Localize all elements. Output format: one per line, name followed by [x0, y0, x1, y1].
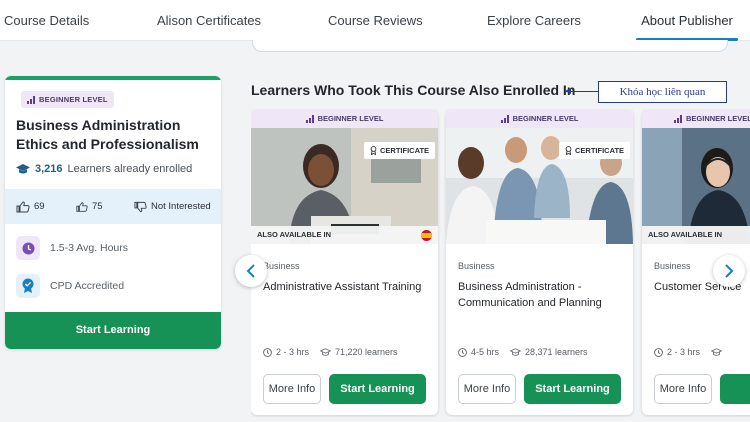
tab-explore-careers[interactable]: Explore Careers — [487, 0, 581, 41]
graduation-cap-icon — [320, 347, 332, 356]
course-meta: 2 - 3 hrs 71,220 learners — [263, 347, 398, 357]
also-available-strip: ALSO AVAILABLE IN — [642, 226, 750, 244]
thumbs-up-icon — [16, 200, 30, 212]
level-strip: BEGINNER LEVEL — [251, 109, 438, 128]
clock-icon — [654, 347, 663, 357]
course-title-link[interactable]: Business Administration - Communication … — [458, 279, 628, 311]
start-learning-button[interactable]: Start Learning — [329, 374, 426, 404]
graduation-cap-icon — [510, 347, 522, 356]
thumbs-stat[interactable]: 75 — [76, 201, 103, 213]
course-carousel: BEGINNER LEVEL CERTIFICATE ALSO AVAILABL… — [251, 109, 750, 417]
certificate-badge: CERTIFICATE — [364, 142, 436, 159]
spain-flag-icon[interactable] — [421, 230, 432, 241]
clock-icon — [458, 347, 467, 357]
avg-hours-row: 1.5-3 Avg. Hours — [16, 236, 128, 260]
more-info-button[interactable]: More Info — [654, 374, 712, 404]
certificate-badge: CERTIFICATE — [559, 142, 631, 159]
more-info-button[interactable]: More Info — [458, 374, 516, 404]
level-strip-label: BEGINNER LEVEL — [317, 114, 384, 123]
enrolled-count: 3,216 — [35, 163, 63, 175]
course-category: Business — [654, 261, 691, 271]
start-learning-button[interactable] — [720, 374, 750, 404]
also-available-strip: ALSO AVAILABLE IN — [251, 226, 438, 244]
top-tab-bar: Course Details Alison Certificates Cours… — [0, 0, 750, 41]
course-title-link[interactable]: Administrative Assistant Training — [263, 279, 433, 295]
avg-hours-label: 1.5-3 Avg. Hours — [50, 242, 129, 254]
like-stat[interactable]: 69 — [16, 200, 45, 213]
graduation-cap-icon — [711, 347, 723, 356]
course-hours: 4-5 hrs — [471, 347, 500, 357]
course-learners: 71,220 learners — [335, 347, 398, 357]
level-strip: BEGINNER LEVEL — [642, 109, 750, 128]
tab-alison-certificates[interactable]: Alison Certificates — [157, 0, 261, 41]
chevron-left-icon — [246, 264, 255, 278]
thumbs-up-icon — [76, 201, 88, 212]
course-meta: 2 - 3 hrs — [654, 347, 723, 357]
stats-band: 69 75 Not Interested — [5, 189, 221, 224]
content-box-edge — [252, 40, 728, 52]
course-category: Business — [263, 261, 300, 271]
also-available-label: ALSO AVAILABLE IN — [648, 230, 723, 239]
more-info-button[interactable]: More Info — [263, 374, 321, 404]
course-hours: 2 - 3 hrs — [276, 347, 310, 357]
start-learning-button[interactable]: Start Learning — [524, 374, 621, 404]
certificate-icon — [370, 146, 377, 155]
tab-course-reviews[interactable]: Course Reviews — [328, 0, 423, 41]
course-learners: 28,371 learners — [525, 347, 588, 357]
course-card[interactable]: BEGINNER LEVEL CERTIFICATE Business Busi… — [446, 109, 633, 415]
graduation-cap-icon — [16, 163, 30, 174]
start-learning-button[interactable]: Start Learning — [5, 312, 221, 349]
clock-icon — [263, 347, 272, 357]
certificate-label: CERTIFICATE — [380, 146, 430, 155]
cpd-row: CPD Accredited — [16, 274, 124, 298]
cpd-label: CPD Accredited — [50, 280, 125, 292]
course-title[interactable]: Business Administration Ethics and Profe… — [16, 116, 216, 154]
card-accent-bar — [5, 76, 221, 80]
certificate-label: CERTIFICATE — [575, 146, 625, 155]
not-interested-button[interactable]: Not Interested — [134, 201, 211, 213]
course-meta: 4-5 hrs 28,371 learners — [458, 347, 588, 357]
level-strip-label: BEGINNER LEVEL — [512, 114, 579, 123]
also-available-label: ALSO AVAILABLE IN — [257, 230, 332, 239]
tab-course-details[interactable]: Course Details — [4, 0, 89, 41]
related-courses-title: Learners Who Took This Course Also Enrol… — [251, 82, 576, 98]
level-strip-label: BEGINNER LEVEL — [686, 114, 750, 123]
current-course-card: BEGINNER LEVEL Business Administration E… — [5, 76, 221, 349]
course-category: Business — [458, 261, 495, 271]
course-hours: 2 - 3 hrs — [667, 347, 701, 357]
level-bars-icon — [305, 114, 314, 123]
course-card[interactable]: BEGINNER LEVEL CERTIFICATE ALSO AVAILABL… — [251, 109, 438, 415]
accredited-badge-icon — [16, 274, 40, 298]
enrolled-info: 3,216 Learners already enrolled — [16, 163, 192, 175]
level-bars-icon — [500, 114, 509, 123]
level-bars-icon — [27, 95, 35, 104]
enrolled-label: Learners already enrolled — [67, 163, 193, 175]
like-count: 69 — [34, 201, 45, 212]
chevron-right-icon — [725, 264, 734, 278]
carousel-next-button[interactable] — [713, 255, 745, 287]
tab-about-publisher[interactable]: About Publisher — [636, 0, 738, 41]
thumbs-count: 75 — [92, 201, 103, 212]
level-bars-icon — [674, 114, 682, 123]
carousel-prev-button[interactable] — [235, 255, 267, 287]
thumbs-down-icon — [134, 201, 147, 212]
level-strip: BEGINNER LEVEL — [446, 109, 633, 128]
not-interested-label: Not Interested — [151, 201, 211, 212]
level-badge: BEGINNER LEVEL — [21, 91, 114, 108]
annotation-label: Khóa học liên quan — [598, 81, 727, 103]
clock-icon — [16, 236, 40, 260]
level-badge-label: BEGINNER LEVEL — [39, 95, 108, 104]
certificate-icon — [565, 146, 572, 155]
annotation-arrow — [565, 88, 598, 94]
